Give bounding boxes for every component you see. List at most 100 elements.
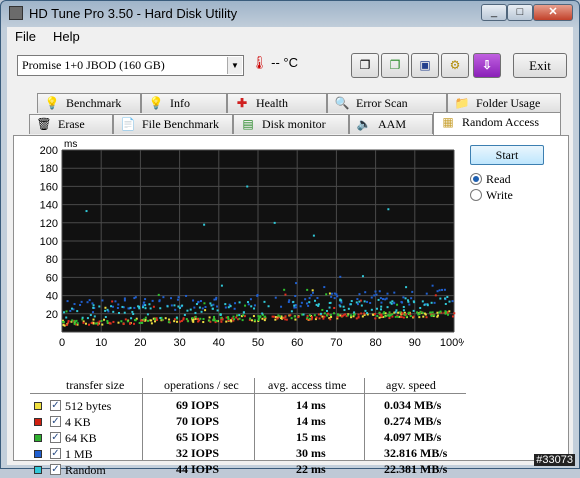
health-cross-icon: ✚ — [236, 96, 248, 110]
legend-swatch — [34, 466, 42, 474]
data-point — [85, 210, 88, 213]
exit-button[interactable]: Exit — [513, 53, 567, 78]
data-point — [287, 301, 290, 304]
data-point — [174, 308, 177, 311]
data-point — [308, 317, 311, 320]
result-row: ✓ 64 KB 65 IOPS 15 ms 4.097 MB/s — [30, 430, 470, 446]
data-point — [166, 305, 169, 308]
data-point — [339, 275, 342, 278]
disk-monitor-icon: ▤ — [242, 117, 254, 131]
data-point — [289, 314, 292, 317]
copy-screenshot-button[interactable]: ❐ — [381, 53, 409, 78]
result-row: ✓ 4 KB 70 IOPS 14 ms 0.274 MB/s — [30, 414, 470, 430]
data-point — [67, 321, 70, 324]
tab-benchmark[interactable]: 💡 Benchmark — [37, 93, 141, 113]
data-point — [306, 288, 309, 291]
chevron-down-icon[interactable]: ▼ — [227, 57, 242, 74]
row-ops: 65 IOPS — [176, 430, 220, 444]
trash-icon: 🗑 — [36, 117, 52, 131]
data-point — [66, 300, 69, 303]
data-point — [252, 315, 255, 318]
data-point — [274, 318, 277, 321]
data-point — [132, 313, 135, 316]
menu-file[interactable]: File — [15, 29, 36, 44]
download-button[interactable]: ⇩ — [473, 53, 501, 78]
data-point — [104, 316, 107, 319]
x-tick-label: 10 — [95, 337, 107, 349]
data-point — [293, 304, 296, 307]
data-point — [170, 297, 173, 300]
result-row: ✓ 1 MB 32 IOPS 30 ms 32.816 MB/s — [30, 446, 470, 462]
data-point — [144, 316, 147, 319]
save-icon: ▣ — [419, 58, 431, 72]
data-point — [194, 315, 197, 318]
minimize-button[interactable]: _ — [481, 4, 507, 21]
random-access-icon: ▦ — [442, 115, 454, 129]
x-tick-label: 40 — [213, 337, 225, 349]
copy-text-button[interactable]: ❐ — [351, 53, 379, 78]
series-checkbox[interactable]: ✓ — [50, 400, 61, 411]
data-point — [249, 317, 252, 320]
data-point — [168, 318, 171, 321]
data-point — [431, 284, 434, 287]
read-radio-label: Read — [486, 172, 511, 186]
data-point — [364, 309, 367, 312]
series-checkbox[interactable]: ✓ — [50, 448, 61, 459]
data-point — [300, 301, 303, 304]
data-point — [233, 318, 236, 321]
read-radio[interactable]: Read — [470, 172, 511, 187]
maximize-button[interactable]: □ — [507, 4, 533, 21]
data-point — [333, 312, 336, 315]
drive-select[interactable]: Promise 1+0 JBOD (160 GB) ▼ — [17, 55, 244, 76]
tab-disk-monitor[interactable]: ▤ Disk monitor — [233, 114, 349, 134]
data-point — [306, 316, 309, 319]
tab-folder-usage[interactable]: 📁 Folder Usage — [447, 93, 561, 113]
data-point — [209, 302, 212, 305]
data-point — [241, 319, 244, 322]
data-point — [232, 315, 235, 318]
close-button[interactable]: ✕ — [533, 4, 573, 21]
save-button[interactable]: ▣ — [411, 53, 439, 78]
series-checkbox[interactable]: ✓ — [50, 416, 61, 427]
tab-file-benchmark[interactable]: 📄 File Benchmark — [113, 114, 233, 134]
row-speed: 0.034 MB/s — [384, 398, 442, 412]
write-radio[interactable]: Write — [470, 188, 513, 203]
data-point — [439, 297, 442, 300]
data-point — [117, 321, 120, 324]
options-button[interactable]: ⚙ — [441, 53, 469, 78]
data-point — [138, 321, 141, 324]
data-point — [299, 305, 302, 308]
tab-erase[interactable]: 🗑 Erase — [29, 114, 113, 134]
tab-health[interactable]: ✚ Health — [227, 93, 327, 113]
data-point — [304, 298, 307, 301]
data-point — [157, 293, 160, 296]
header-speed: agv. speed — [386, 378, 436, 392]
series-checkbox[interactable]: ✓ — [50, 432, 61, 443]
tab-random-access[interactable]: ▦ Random Access — [433, 112, 561, 135]
data-point — [204, 305, 207, 308]
series-checkbox[interactable]: ✓ — [50, 464, 61, 475]
row-speed: 32.816 MB/s — [384, 446, 448, 460]
read-radio-dot[interactable] — [470, 173, 482, 185]
write-radio-dot[interactable] — [470, 189, 482, 201]
data-point — [191, 317, 194, 320]
tab-error-scan[interactable]: 🔍 Error Scan — [327, 93, 447, 113]
data-point — [256, 294, 259, 297]
y-tick-label: 160 — [40, 181, 58, 193]
tab-aam[interactable]: 🔈 AAM — [349, 114, 433, 134]
x-tick-label: 20 — [134, 337, 146, 349]
data-point — [261, 317, 264, 320]
data-point — [204, 309, 207, 312]
data-point — [211, 307, 214, 310]
data-point — [114, 300, 117, 303]
data-point — [412, 315, 415, 318]
row-access: 14 ms — [296, 414, 326, 428]
benchmark-icon: 💡 — [44, 96, 60, 110]
menu-bar: File Help — [7, 27, 573, 47]
menu-help[interactable]: Help — [53, 29, 80, 44]
tab-info[interactable]: 💡 Info — [141, 93, 227, 113]
data-point — [101, 299, 104, 302]
row-access: 15 ms — [296, 430, 326, 444]
drive-select-value: Promise 1+0 JBOD (160 GB) — [22, 58, 165, 72]
start-button[interactable]: Start — [470, 145, 544, 165]
